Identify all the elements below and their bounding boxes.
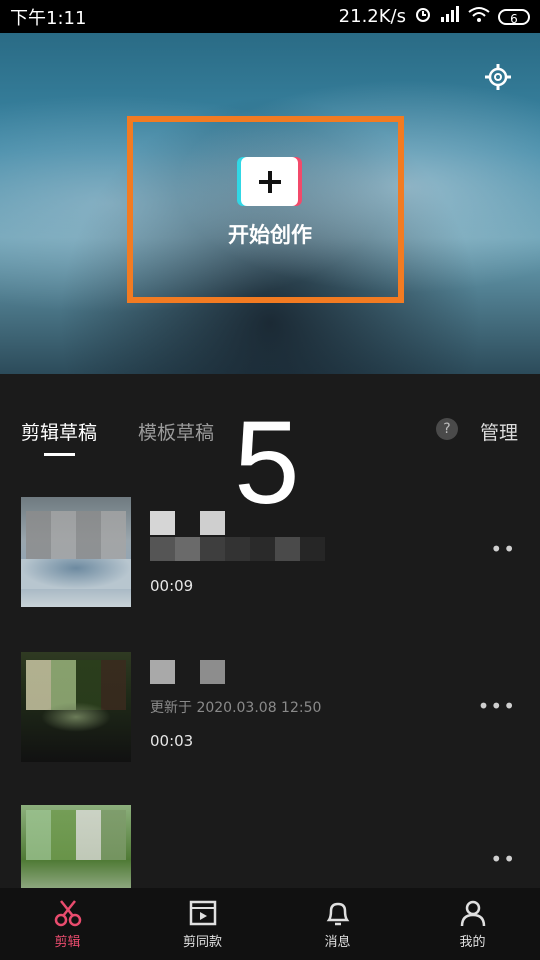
draft-duration: 00:09 [150, 577, 194, 595]
tab-edit-drafts[interactable]: 剪辑草稿 [21, 418, 97, 445]
bottom-nav: 剪辑 剪同款 消息 我的 [0, 888, 540, 960]
network-speed: 21.2K/s [338, 6, 406, 27]
nav-profile[interactable]: 我的 [405, 888, 540, 960]
status-bar: 下午1:11 21.2K/s 6 [0, 0, 540, 33]
highlight-box [127, 116, 404, 303]
nav-templates[interactable]: 剪同款 [135, 888, 270, 960]
draft-date-blur [150, 537, 325, 561]
nav-edit[interactable]: 剪辑 [0, 888, 135, 960]
scissors-icon [54, 899, 81, 926]
more-options-icon[interactable]: •• [490, 537, 516, 561]
draft-title-blur [150, 511, 225, 535]
bell-icon [326, 902, 349, 925]
tab-template-drafts[interactable]: 模板草稿 [138, 418, 214, 445]
draft-item[interactable]: 00:09 •• [0, 497, 540, 612]
create-label[interactable]: 开始创作 [170, 219, 370, 249]
signal-icon [440, 6, 460, 27]
draft-title-blur [150, 660, 225, 684]
draft-thumbnail [21, 652, 131, 762]
create-button[interactable] [241, 157, 298, 206]
plus-icon [258, 170, 281, 193]
nav-messages[interactable]: 消息 [270, 888, 405, 960]
draft-date: 更新于 2020.03.08 12:50 [150, 700, 322, 716]
more-options-icon[interactable]: ••• [478, 694, 516, 718]
draft-item[interactable]: •• [0, 805, 540, 889]
nav-profile-label: 我的 [459, 934, 486, 950]
status-time: 下午1:11 [10, 7, 87, 29]
alarm-icon [414, 5, 432, 28]
settings-icon[interactable] [484, 63, 512, 91]
user-icon [460, 900, 485, 926]
wifi-icon [468, 6, 490, 27]
battery-icon: 6 [498, 8, 530, 26]
manage-button[interactable]: 管理 [480, 418, 518, 445]
help-icon[interactable]: ? [436, 418, 458, 440]
draft-duration: 00:03 [150, 732, 194, 750]
clapper-icon [189, 900, 216, 925]
draft-item[interactable]: 更新于 2020.03.08 12:50 00:03 ••• [0, 652, 540, 767]
more-options-icon[interactable]: •• [490, 847, 516, 871]
status-icons: 21.2K/s 6 [339, 5, 530, 28]
nav-messages-label: 消息 [324, 934, 351, 950]
tab-underline [44, 453, 75, 456]
draft-thumbnail [21, 805, 131, 889]
nav-templates-label: 剪同款 [182, 934, 222, 950]
nav-edit-label: 剪辑 [54, 934, 81, 950]
draft-thumbnail [21, 497, 131, 607]
hero-banner: 开始创作 [0, 33, 540, 374]
